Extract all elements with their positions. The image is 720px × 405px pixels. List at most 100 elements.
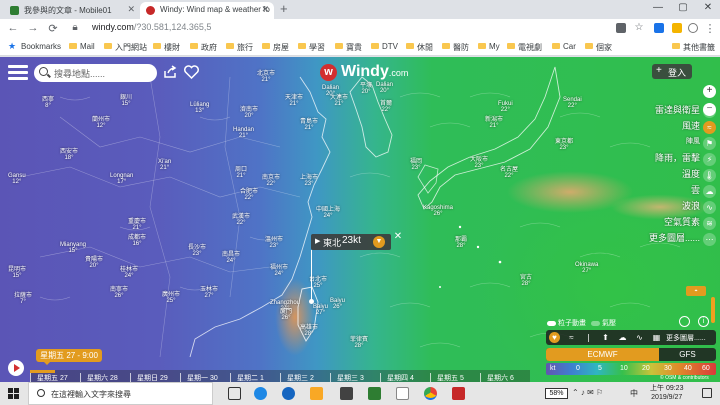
system-tray-icons[interactable]: ⌃ ♪ ✉ ⚐ bbox=[572, 388, 603, 397]
menu-hamburger-icon[interactable] bbox=[8, 65, 28, 81]
city-label[interactable]: 重慶市 21° bbox=[128, 219, 146, 231]
windows-start-icon[interactable] bbox=[8, 388, 19, 399]
city-label[interactable]: Dalian 20° bbox=[322, 85, 339, 97]
wind-popup[interactable]: ▶ 東北 23kt ▼ bbox=[311, 234, 391, 250]
bookmark-folder[interactable]: 房屋 bbox=[262, 42, 289, 53]
chevron-down-icon[interactable]: ▼ bbox=[373, 236, 385, 248]
heart-icon[interactable]: ♥ bbox=[549, 332, 560, 343]
city-label[interactable]: Fukui 22° bbox=[498, 101, 513, 113]
bookmark-folder[interactable]: 寶貴 bbox=[335, 42, 362, 53]
city-label[interactable]: Gansu 12° bbox=[8, 173, 26, 185]
layer-temperature[interactable]: 溫度 bbox=[649, 166, 700, 182]
share-icon[interactable] bbox=[163, 65, 177, 79]
layer-radar[interactable]: 雷達與衛星 bbox=[649, 102, 700, 118]
layer-menu-scrollbar[interactable] bbox=[711, 297, 715, 323]
city-label[interactable]: 名古屋 22° bbox=[500, 167, 518, 179]
notification-center-icon[interactable] bbox=[702, 388, 712, 398]
city-label[interactable]: 銀川 15° bbox=[120, 95, 132, 107]
city-label[interactable]: 上海市 23° bbox=[300, 175, 318, 187]
city-label[interactable]: Mianyang 15° bbox=[60, 242, 86, 254]
city-label[interactable]: 首爾 22° bbox=[380, 101, 392, 113]
zoom-in-button[interactable]: + bbox=[703, 85, 716, 98]
wind-map[interactable]: 北京市 21° 天津市 21° 大連市 21° Dalian 20° 平壤 20° 首爾 22° 濟南市… bbox=[0, 57, 720, 382]
city-label[interactable]: 廣州市 25° bbox=[162, 292, 180, 304]
more-layers-button[interactable]: 更多圖層...... bbox=[666, 333, 706, 343]
city-label[interactable]: 大阪市 23° bbox=[470, 157, 488, 169]
extension-icon[interactable] bbox=[672, 23, 682, 33]
pressure-toggle[interactable]: 氣壓 bbox=[591, 318, 616, 328]
city-label[interactable]: 宮古 28° bbox=[520, 275, 532, 287]
bookmark-folder[interactable]: Car bbox=[552, 42, 576, 51]
timeline-day[interactable]: 星期四 4 bbox=[380, 373, 414, 382]
taskbar-search-input[interactable]: 在這裡輸入文字來搜尋 bbox=[28, 382, 213, 405]
layer-waves[interactable]: 波浪 bbox=[649, 198, 700, 214]
timeline-day[interactable]: 星期六 28 bbox=[80, 373, 118, 382]
bookmark-other-folder[interactable]: 其他書籤 bbox=[672, 42, 715, 53]
city-label[interactable]: 天津市 21° bbox=[285, 95, 303, 107]
task-view-icon[interactable] bbox=[228, 387, 241, 400]
bookmark-folder[interactable]: 個家 bbox=[585, 42, 612, 53]
location-search-input[interactable]: 搜尋地點...... bbox=[34, 64, 157, 82]
ime-indicator[interactable]: 中 bbox=[630, 388, 638, 399]
radar-icon[interactable]: ◉ bbox=[703, 105, 716, 118]
current-time-bubble[interactable]: 星期五 27 - 9:00 bbox=[36, 349, 102, 365]
address-bar[interactable]: windy.com/?30.581,124.365,5 bbox=[92, 22, 211, 32]
city-label[interactable]: Baiyu 26° bbox=[330, 298, 345, 310]
city-label[interactable]: 新潟市 21° bbox=[485, 117, 503, 129]
taskbar-clock[interactable]: 上午 09:23 2019/9/27 bbox=[650, 384, 683, 402]
model-gfs-button[interactable]: GFS bbox=[659, 348, 716, 361]
city-label[interactable]: 西寧 8° bbox=[42, 97, 54, 109]
wave-icon[interactable]: ∿ bbox=[703, 201, 716, 214]
cloud-icon[interactable]: ☁︎ bbox=[617, 332, 628, 343]
timeline-day[interactable]: 星期一 30 bbox=[180, 373, 218, 382]
layer-wind[interactable]: 風速 bbox=[649, 118, 700, 134]
layer-air-quality[interactable]: 空氣質素 bbox=[649, 214, 700, 230]
bookmark-folder[interactable]: DTV bbox=[371, 42, 398, 51]
layer-rain[interactable]: 降雨，雷擊 bbox=[649, 150, 700, 166]
bookmark-folder[interactable]: 政府 bbox=[190, 42, 217, 53]
bookmark-bookmarks[interactable]: ★ Bookmarks bbox=[8, 41, 61, 51]
app-icon[interactable] bbox=[396, 387, 409, 400]
city-label[interactable]: Lüliang 13° bbox=[190, 102, 209, 114]
layer-gust[interactable]: 陣風 bbox=[649, 134, 700, 150]
city-label[interactable]: Okinawa 27° bbox=[575, 262, 598, 274]
tab-close-icon[interactable]: ✕ bbox=[127, 4, 135, 15]
minimize-button[interactable]: — bbox=[648, 2, 668, 13]
city-label[interactable]: Baiyu 27° bbox=[313, 304, 328, 316]
wind-speed-legend[interactable]: kt 0 5 10 20 30 40 60 bbox=[546, 363, 716, 375]
city-label[interactable]: Handan 21° bbox=[233, 127, 254, 139]
city-label[interactable]: 拉薩市 7° bbox=[14, 293, 32, 305]
bookmark-folder[interactable]: 醫防 bbox=[442, 42, 469, 53]
bookmark-folder[interactable]: 學習 bbox=[298, 42, 325, 53]
wave-icon[interactable]: ∿ bbox=[634, 332, 645, 343]
wind-icon[interactable]: ≈ bbox=[566, 332, 577, 343]
tab-windy[interactable]: Windy: Wind map & weather fo ✕ bbox=[140, 2, 274, 19]
bookmark-folder[interactable]: 電視劇 bbox=[507, 42, 542, 53]
rain-icon[interactable]: ❘ bbox=[583, 332, 594, 343]
file-explorer-icon[interactable] bbox=[310, 387, 323, 400]
layer-more[interactable]: 更多圖層...... bbox=[649, 230, 700, 246]
rain-icon[interactable]: ⚡︎ bbox=[703, 153, 716, 166]
translate-icon[interactable] bbox=[616, 23, 626, 33]
city-label[interactable]: 長沙市 23° bbox=[188, 245, 206, 257]
city-label[interactable]: 平壤 20° bbox=[360, 83, 372, 95]
bookmark-folder[interactable]: Mail bbox=[69, 42, 95, 51]
city-label[interactable]: 南京市 22° bbox=[262, 175, 280, 187]
bookmark-folder[interactable]: My bbox=[478, 42, 500, 51]
timeline-day[interactable]: 星期三 3 bbox=[330, 373, 364, 382]
city-label[interactable]: 玉林市 27° bbox=[200, 287, 218, 299]
close-window-button[interactable]: ✕ bbox=[698, 2, 718, 13]
menu-kebab-icon[interactable]: ⋮ bbox=[703, 22, 717, 35]
timeline-day[interactable]: 星期二 1 bbox=[230, 373, 264, 382]
tab-mobile01[interactable]: 我參與的文章 - Mobile01 ✕ bbox=[4, 2, 140, 19]
forward-button[interactable]: → bbox=[26, 22, 40, 34]
lock-icon[interactable]: 🔒︎ bbox=[68, 22, 82, 33]
battery-indicator[interactable]: 58% bbox=[545, 388, 568, 399]
profile-avatar-icon[interactable] bbox=[688, 23, 698, 33]
bookmark-folder[interactable]: 休閒 bbox=[406, 42, 433, 53]
zoom-target-icon[interactable] bbox=[679, 316, 690, 327]
city-label[interactable]: Kagoshima 26° bbox=[423, 205, 453, 217]
forecast-timeline[interactable]: 星期五 27 星期六 28 星期日 29 星期一 30 星期二 1 星期三 2 … bbox=[30, 370, 530, 382]
city-label[interactable]: 合肥市 22° bbox=[240, 189, 258, 201]
city-label[interactable]: 貴陽市 20° bbox=[85, 257, 103, 269]
